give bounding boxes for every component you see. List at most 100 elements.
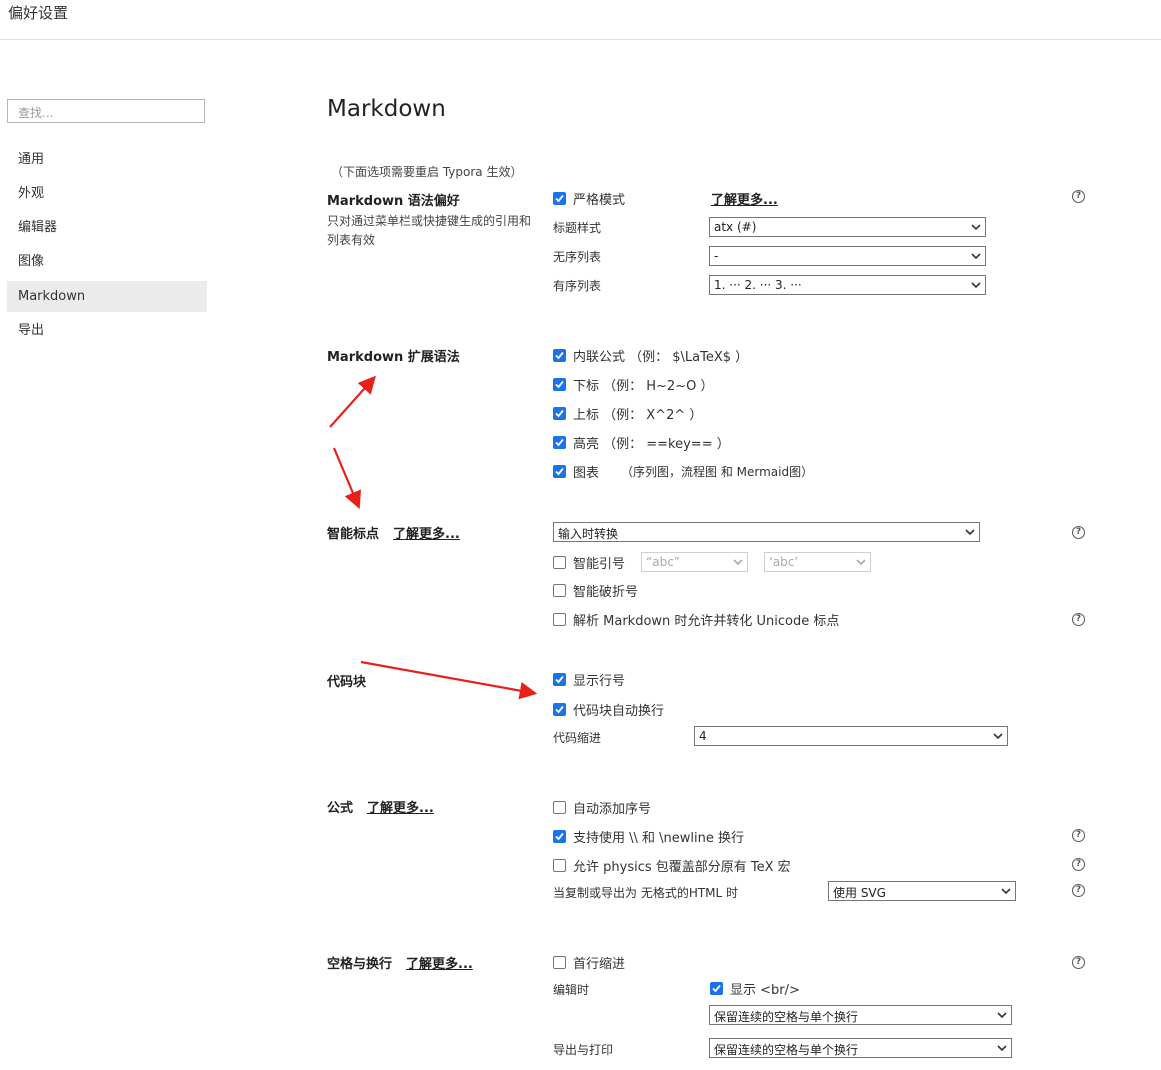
chevron-down-icon xyxy=(997,1045,1007,1052)
check-icon xyxy=(555,675,564,684)
unordered-list-select[interactable]: - xyxy=(709,246,986,266)
sidebar-item-export[interactable]: 导出 xyxy=(7,315,207,346)
indent-first-label: 首行缩进 xyxy=(573,957,626,972)
superscript-label: 上标 （例： X^2^ ） xyxy=(573,408,703,423)
smart-quotes-checkbox[interactable] xyxy=(553,556,566,569)
check-icon xyxy=(555,409,564,418)
highlight-label: 高亮 （例： ==key== ） xyxy=(573,437,730,452)
diagrams-label: 图表 xyxy=(573,466,600,481)
help-icon[interactable]: ? xyxy=(1072,884,1085,897)
ordered-list-select[interactable]: 1. ··· 2. ··· 3. ··· xyxy=(709,275,986,295)
diagrams-note: （序列图，流程图 和 Mermaid图） xyxy=(621,465,814,479)
chevron-down-icon xyxy=(733,559,743,566)
newline-checkbox[interactable] xyxy=(553,830,566,843)
highlight-checkbox[interactable] xyxy=(553,436,566,449)
window-title: 偏好设置 xyxy=(8,4,69,22)
editing-whitespace-select[interactable]: 保留连续的空格与单个换行 xyxy=(709,1005,1012,1025)
strict-mode-label: 严格模式 xyxy=(573,193,626,208)
unicode-punct-label: 解析 Markdown 时允许并转化 Unicode 标点 xyxy=(573,614,840,629)
subscript-label: 下标 （例： H~2~O ） xyxy=(573,379,714,394)
sidebar-item-image[interactable]: 图像 xyxy=(7,246,207,277)
help-icon[interactable]: ? xyxy=(1072,858,1085,871)
code-wrap-label: 代码块自动换行 xyxy=(573,704,665,719)
title-bar xyxy=(0,0,1161,40)
learn-more-link-punct[interactable]: 了解更多... xyxy=(393,523,460,542)
section-title-syntax-pref: Markdown 语法偏好 xyxy=(327,194,460,209)
section-desc-syntax-pref: 只对通过菜单栏或快捷键生成的引用和列表有效 xyxy=(327,214,532,247)
heading-style-select[interactable]: atx (#) xyxy=(709,217,986,237)
auto-number-label: 自动添加序号 xyxy=(573,802,652,817)
indent-first-checkbox[interactable] xyxy=(553,956,566,969)
show-br-label: 显示 <br/> xyxy=(730,983,800,998)
chevron-down-icon xyxy=(971,282,981,289)
single-quote-select[interactable]: ‘abc’ xyxy=(764,552,871,572)
restart-note: （下面选项需要重启 Typora 生效） xyxy=(331,165,523,179)
physics-label: 允许 physics 包覆盖部分原有 TeX 宏 xyxy=(573,860,791,875)
section-title-smart-punct: 智能标点 xyxy=(327,527,380,542)
smart-punct-select[interactable]: 输入时转换 xyxy=(553,522,980,542)
editing-label: 编辑时 xyxy=(553,983,590,997)
chevron-down-icon xyxy=(971,224,981,231)
page-title: Markdown xyxy=(327,96,446,122)
subscript-checkbox[interactable] xyxy=(553,378,566,391)
smart-dash-checkbox[interactable] xyxy=(553,584,566,597)
search-placeholder: 查找... xyxy=(18,106,54,120)
ordered-list-label: 有序列表 xyxy=(553,279,602,293)
unicode-punct-checkbox[interactable] xyxy=(553,613,566,626)
diagrams-checkbox[interactable] xyxy=(553,465,566,478)
code-wrap-checkbox[interactable] xyxy=(553,703,566,716)
check-icon xyxy=(555,351,564,360)
help-icon[interactable]: ? xyxy=(1072,526,1085,539)
inline-math-label: 内联公式 （例： $\LaTeX$ ） xyxy=(573,350,749,365)
strict-mode-checkbox[interactable] xyxy=(553,192,566,205)
sidebar-item-markdown[interactable]: Markdown xyxy=(7,281,207,312)
export-whitespace-select[interactable]: 保留连续的空格与单个换行 xyxy=(709,1038,1012,1058)
help-icon[interactable]: ? xyxy=(1072,190,1085,203)
unordered-list-label: 无序列表 xyxy=(553,250,602,264)
line-numbers-checkbox[interactable] xyxy=(553,673,566,686)
annotation-arrow xyxy=(332,447,361,510)
sidebar-item-editor[interactable]: 编辑器 xyxy=(7,212,207,243)
learn-more-link-syntax[interactable]: 了解更多... xyxy=(711,189,778,208)
double-quote-select[interactable]: “abc” xyxy=(641,552,748,572)
superscript-checkbox[interactable] xyxy=(553,407,566,420)
code-indent-label: 代码缩进 xyxy=(553,731,602,745)
section-title-whitespace: 空格与换行 xyxy=(327,957,393,972)
smart-dash-label: 智能破折号 xyxy=(573,585,639,600)
check-icon xyxy=(712,984,721,993)
chevron-down-icon xyxy=(993,733,1003,740)
chevron-down-icon xyxy=(997,1012,1007,1019)
section-title-extended-syntax: Markdown 扩展语法 xyxy=(327,350,460,365)
export-html-select[interactable]: 使用 SVG xyxy=(828,881,1016,901)
check-icon xyxy=(555,194,564,203)
help-icon[interactable]: ? xyxy=(1072,956,1085,969)
learn-more-link-whitespace[interactable]: 了解更多... xyxy=(406,953,473,972)
chevron-down-icon xyxy=(1001,888,1011,895)
sidebar-item-general[interactable]: 通用 xyxy=(7,144,207,175)
sidebar-item-appearance[interactable]: 外观 xyxy=(7,178,207,209)
search-input[interactable]: 查找... xyxy=(7,99,205,123)
annotation-arrow xyxy=(360,660,538,700)
smart-quotes-label: 智能引号 xyxy=(573,557,626,572)
chevron-down-icon xyxy=(971,253,981,260)
section-title-math: 公式 xyxy=(327,801,354,816)
physics-checkbox[interactable] xyxy=(553,859,566,872)
auto-number-checkbox[interactable] xyxy=(553,801,566,814)
heading-style-label: 标题样式 xyxy=(553,221,602,235)
section-title-code-block: 代码块 xyxy=(327,675,367,690)
check-icon xyxy=(555,380,564,389)
help-icon[interactable]: ? xyxy=(1072,829,1085,842)
learn-more-link-math[interactable]: 了解更多... xyxy=(367,797,434,816)
export-html-label: 当复制或导出为 无格式的HTML 时 xyxy=(553,886,739,900)
export-print-label: 导出与打印 xyxy=(553,1043,614,1057)
check-icon xyxy=(555,438,564,447)
help-icon[interactable]: ? xyxy=(1072,613,1085,626)
check-icon xyxy=(555,467,564,476)
line-numbers-label: 显示行号 xyxy=(573,674,626,689)
chevron-down-icon xyxy=(856,559,866,566)
annotation-arrow xyxy=(329,375,376,428)
code-indent-select[interactable]: 4 xyxy=(694,726,1008,746)
inline-math-checkbox[interactable] xyxy=(553,349,566,362)
newline-label: 支持使用 \\ 和 \newline 换行 xyxy=(573,831,744,846)
show-br-checkbox[interactable] xyxy=(710,982,723,995)
